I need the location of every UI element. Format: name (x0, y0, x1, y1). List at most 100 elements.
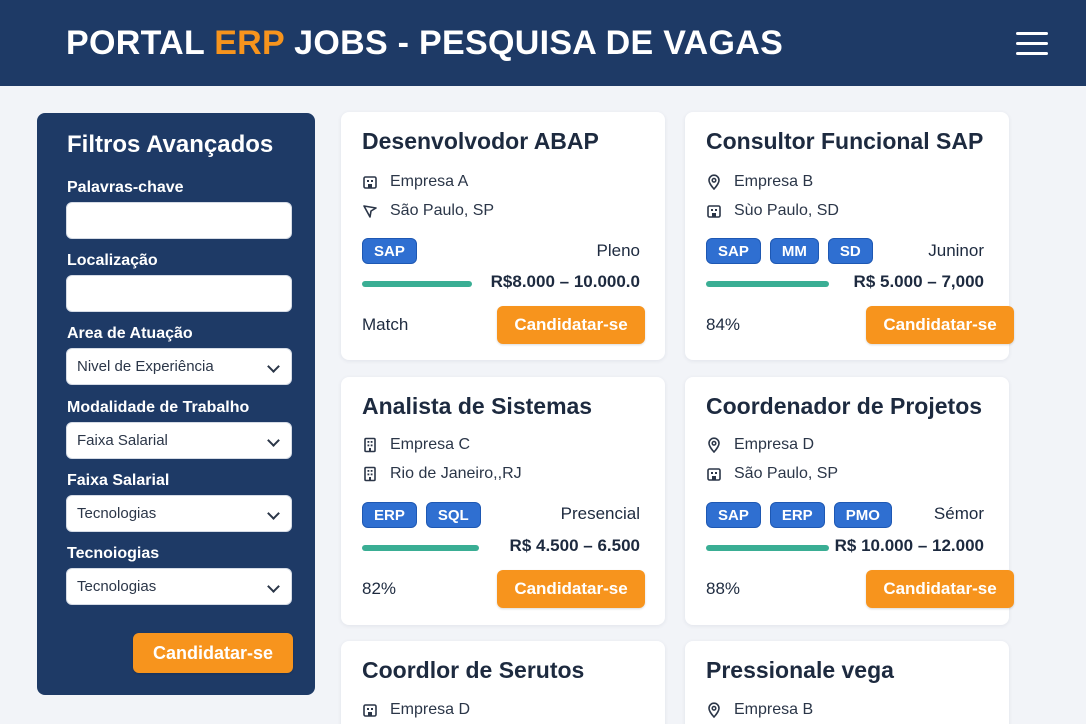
tech-tag: ERP (769, 502, 825, 528)
job-salary: R$ 5.000 – 7,000 (853, 272, 984, 291)
job-card[interactable]: Consultor Funcional SAP Empresa B Sùo Pa… (685, 112, 1014, 360)
keywords-label: Palavras-chave (67, 179, 184, 196)
job-company-name: Empresa B (734, 701, 814, 718)
chevron-down-icon (267, 434, 280, 447)
job-salary: R$8.000 – 10.000.0 (490, 272, 640, 291)
area-label: Area de Atuação (67, 325, 193, 342)
technologies-select[interactable]: Tecnologias (66, 568, 292, 605)
filters-title: Filtros Avançados (67, 131, 274, 158)
apply-button[interactable]: Candidatar-se (497, 306, 645, 344)
chevron-down-icon (267, 507, 280, 520)
location-pin-icon (706, 702, 722, 718)
job-match: 84% (706, 315, 741, 334)
area-select-value: Nivel de Experiência (77, 358, 214, 375)
job-location-name: São Paulo, SP (734, 465, 839, 482)
tech-tag: SD (827, 238, 873, 264)
sidebar-apply-button[interactable]: Candidatar-se (133, 633, 293, 673)
job-company-name: Empresa C (390, 436, 471, 453)
match-bar (362, 545, 479, 551)
job-company-name: Empresa A (390, 173, 469, 190)
job-title: Desenvolvodor ABAP (362, 128, 599, 154)
page-title-accent: ERP (214, 24, 285, 62)
salary-select[interactable]: Tecnologias (66, 495, 292, 532)
job-company: Empresa C (362, 435, 470, 455)
location-label: Localização (67, 252, 158, 269)
job-company: Empresa B (706, 700, 813, 720)
job-level: Presencial (560, 504, 640, 523)
modality-select-value: Faixa Salarial (77, 432, 168, 449)
job-card[interactable]: Analista de Sistemas Empresa C Rio de Ja… (341, 377, 665, 625)
job-card[interactable]: Coordenador de Projetos Empresa D São Pa… (685, 377, 1014, 625)
job-location: São Paulo, SP (706, 464, 838, 484)
job-card[interactable]: Pressionale vega Empresa B (685, 641, 1009, 724)
office-building-icon (362, 437, 378, 453)
job-match: Match (362, 315, 409, 334)
job-company: Empresa D (706, 435, 814, 455)
hamburger-menu-icon[interactable] (1016, 32, 1048, 56)
building-icon (362, 466, 378, 482)
job-salary: R$ 10.000 – 12.000 (834, 536, 984, 555)
job-level: Juninor (928, 241, 984, 260)
job-company-name: Empresa D (734, 436, 815, 453)
tech-tag: MM (769, 238, 819, 264)
modality-select[interactable]: Faixa Salarial (66, 422, 292, 459)
job-title: Pressionale vega (706, 657, 894, 683)
job-match: 88% (706, 579, 741, 598)
header-bar: PORTAL ERP JOBS - PESQUISA DE VAGAS (0, 0, 1086, 86)
building-icon (362, 174, 378, 190)
job-level: Pleno (596, 241, 640, 260)
job-salary: R$ 4.500 – 6.500 (509, 536, 640, 555)
chevron-down-icon (267, 360, 280, 373)
apply-button[interactable]: Candidatar-se (497, 570, 645, 608)
job-tags: SAP MM SD (706, 238, 873, 264)
job-location-name: São Paulo, SP (390, 202, 495, 219)
tech-tag: SAP (362, 238, 417, 264)
apply-button[interactable]: Candidatar-se (866, 306, 1014, 344)
area-select[interactable]: Nivel de Experiência (66, 348, 292, 385)
job-match: 82% (362, 579, 397, 598)
job-tags: SAP (362, 238, 417, 264)
location-pin-icon (706, 174, 722, 190)
salary-select-value: Tecnologias (77, 505, 157, 522)
technologies-select-value: Tecnologias (77, 578, 157, 595)
match-bar (706, 281, 829, 287)
chevron-down-icon (267, 580, 280, 593)
job-company: Empresa A (362, 172, 468, 192)
tech-tag: ERP (362, 502, 417, 528)
job-location: Sùo Paulo, SD (706, 201, 839, 221)
job-level: Sémor (933, 504, 984, 523)
job-location-name: Sùo Paulo, SD (734, 202, 839, 219)
job-card[interactable]: Coordlor de Serutos Empresa D (341, 641, 665, 724)
location-pin-icon (706, 437, 722, 453)
job-location-name: Rio de Janeiro,,RJ (390, 465, 522, 482)
job-company: Empresa D (362, 700, 470, 720)
building-icon (362, 702, 378, 718)
tech-tag: SAP (706, 238, 761, 264)
job-title: Coordenador de Projetos (706, 393, 983, 419)
match-bar (706, 545, 829, 551)
job-location: São Paulo, SP (362, 201, 494, 221)
apply-button[interactable]: Candidatar-se (866, 570, 1014, 608)
job-location: Rio de Janeiro,,RJ (362, 464, 522, 484)
job-company-name: Empresa B (734, 173, 814, 190)
building-icon (706, 466, 722, 482)
salary-label: Faixa Salarial (67, 472, 170, 489)
job-card[interactable]: Desenvolvodor ABAP Empresa A São Paulo, … (341, 112, 665, 360)
technologies-label: Tecnoiogias (67, 545, 160, 562)
tech-tag: SAP (706, 502, 761, 528)
tech-tag: SQL (425, 502, 481, 528)
modality-label: Modalidade de Trabalho (67, 399, 250, 416)
job-title: Coordlor de Serutos (362, 657, 585, 683)
job-title: Consultor Funcional SAP (706, 128, 984, 154)
page-title: PORTAL ERP JOBS - PESQUISA DE VAGAS (66, 24, 784, 62)
job-tags: ERP SQL (362, 502, 481, 528)
job-company: Empresa B (706, 172, 813, 192)
keywords-input[interactable] (66, 202, 292, 239)
match-bar (362, 281, 472, 287)
job-tags: SAP ERP PMO (706, 502, 892, 528)
tech-tag: PMO (833, 502, 892, 528)
job-company-name: Empresa D (390, 701, 471, 718)
location-input[interactable] (66, 275, 292, 312)
filters-sidebar: Filtros Avançados Palavras-chave Localiz… (37, 113, 315, 695)
building-icon (706, 203, 722, 219)
